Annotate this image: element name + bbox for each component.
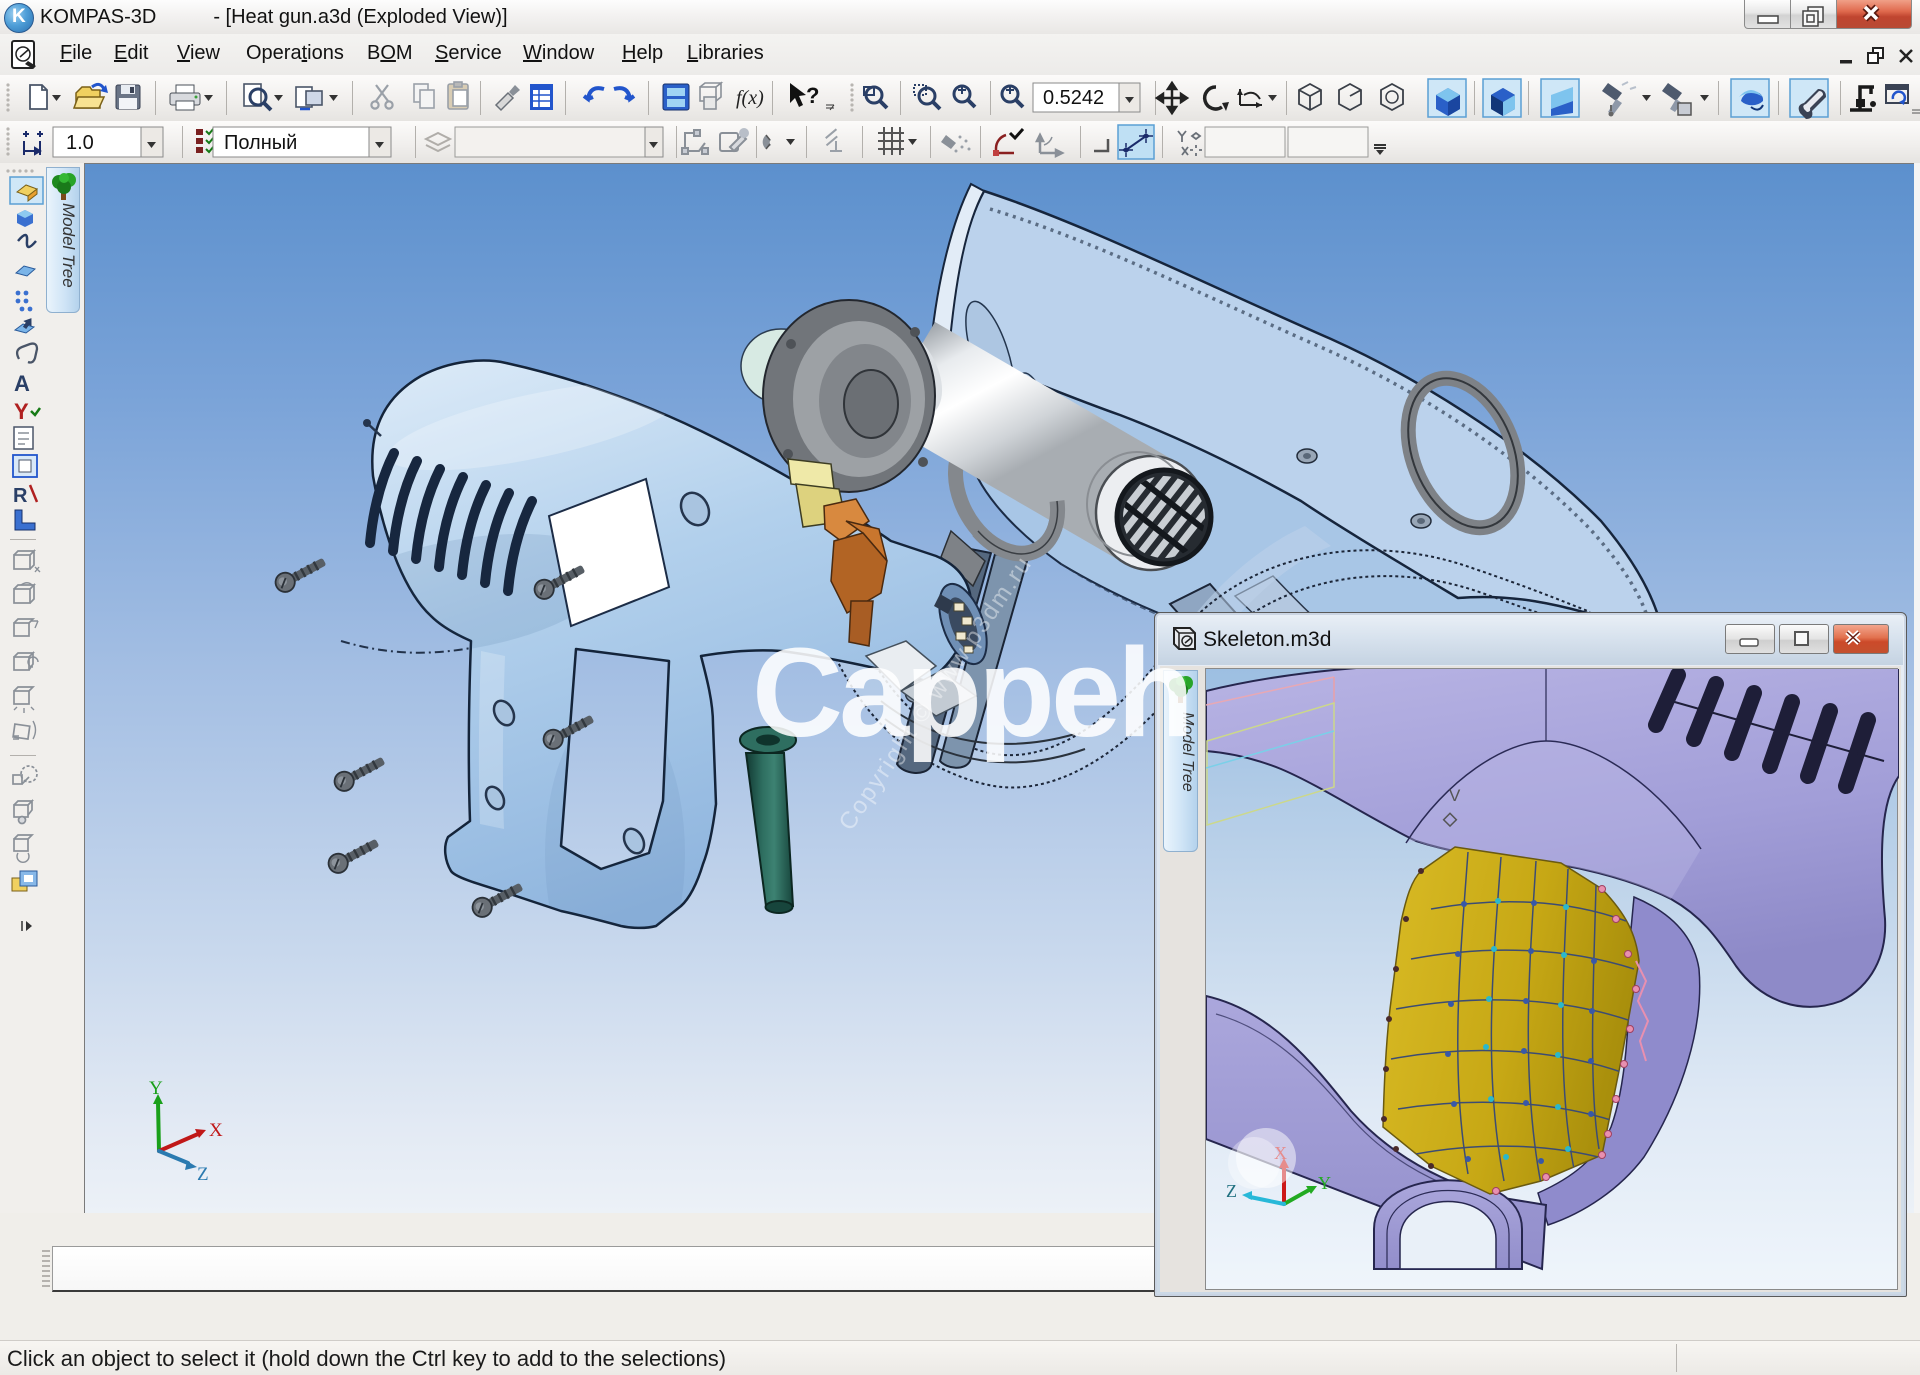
svg-text:Y: Y — [149, 1078, 163, 1099]
svg-text:R: R — [13, 485, 28, 507]
svg-text:A: A — [14, 371, 30, 396]
svg-text:f(x): f(x) — [736, 87, 764, 109]
svg-text:V: V — [1449, 786, 1461, 805]
svg-text:Y: Y — [1318, 1173, 1331, 1193]
svg-text:Полный: Полный — [224, 132, 297, 154]
svg-text:0.5242: 0.5242 — [1043, 87, 1104, 109]
svg-text:1.0: 1.0 — [66, 132, 94, 154]
svg-text:X: X — [209, 1120, 223, 1141]
svg-text:Y: Y — [14, 399, 29, 424]
svg-text:Z: Z — [197, 1164, 209, 1185]
svg-text:?: ? — [806, 83, 819, 108]
svg-text:Z: Z — [1226, 1181, 1237, 1201]
